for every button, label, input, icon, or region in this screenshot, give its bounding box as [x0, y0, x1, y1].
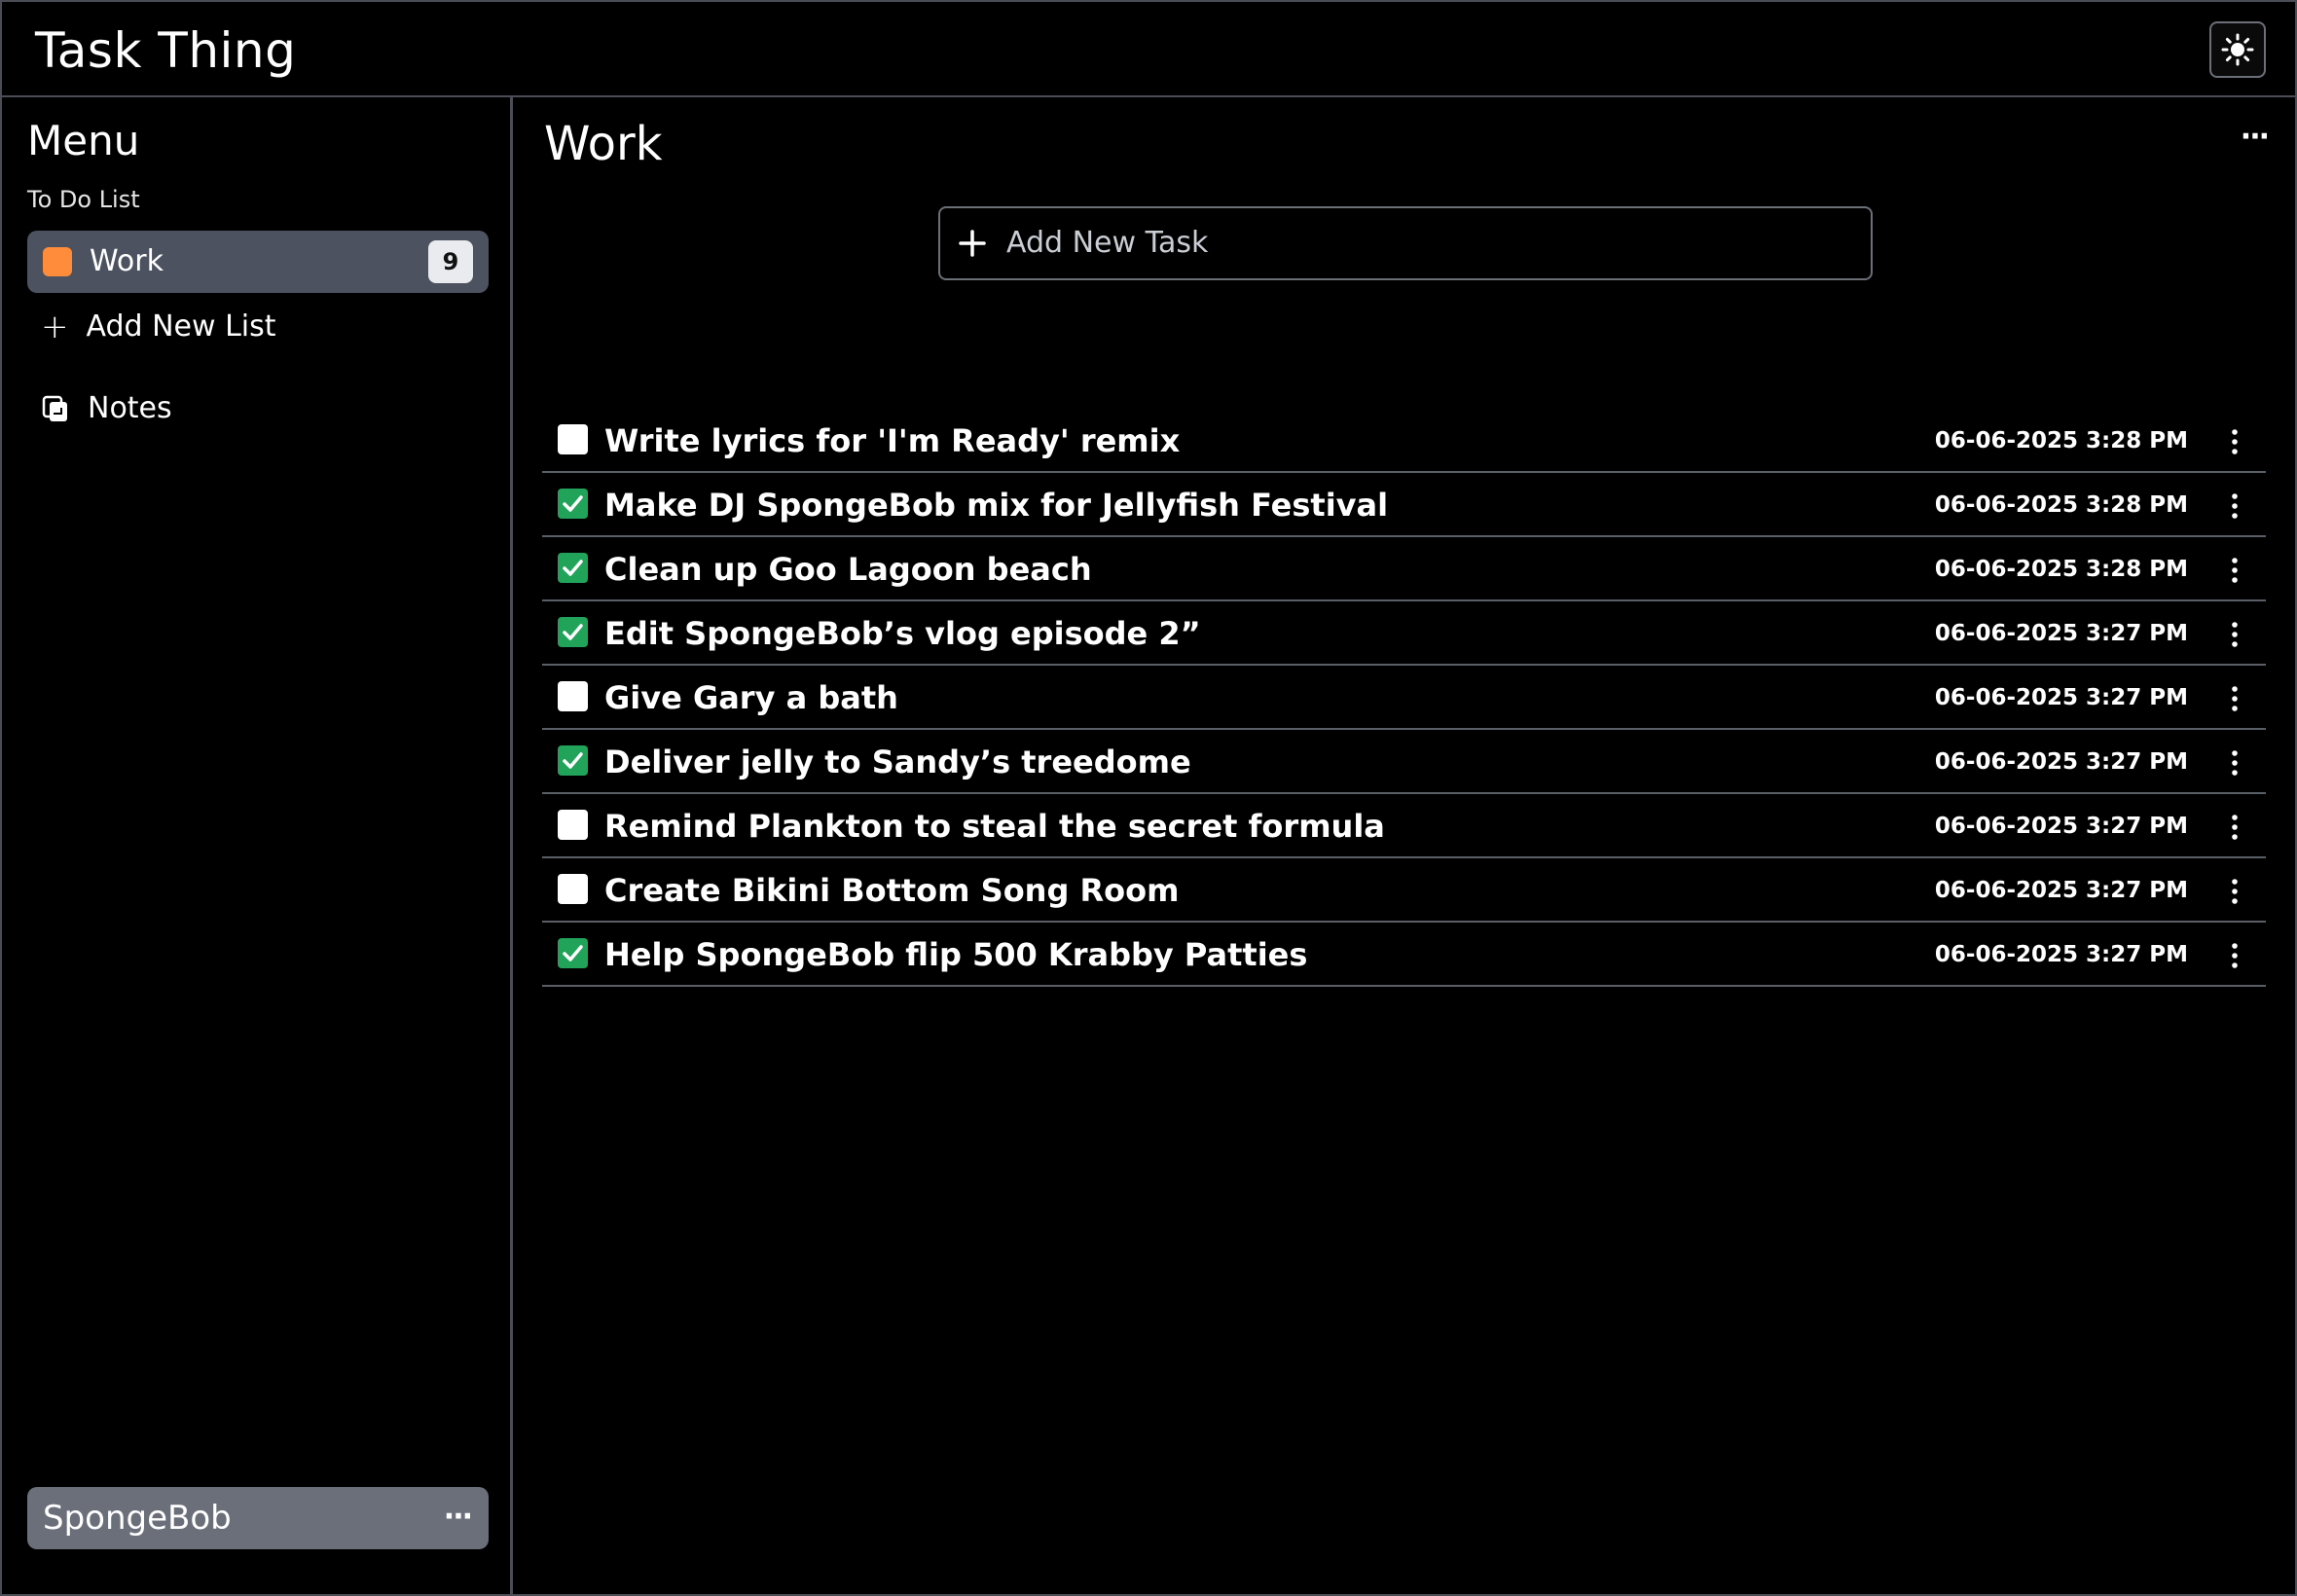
- more-vertical-icon[interactable]: [2225, 551, 2244, 590]
- main-panel: Work ··· Add New Task Write lyrics for '…: [513, 97, 2297, 1596]
- check-icon: [563, 495, 583, 512]
- plus-icon: [959, 230, 986, 257]
- task-title: Make DJ SpongeBob mix for Jellyfish Fest…: [604, 487, 1389, 524]
- task-title: Give Gary a bath: [604, 679, 898, 716]
- user-name: SpongeBob: [43, 1499, 232, 1538]
- sidebar: Menu To Do List Work 9 + Add New List No…: [0, 97, 513, 1596]
- more-vertical-icon[interactable]: [2225, 872, 2244, 911]
- more-vertical-icon[interactable]: [2225, 936, 2244, 975]
- task-title: Write lyrics for 'I'm Ready' remix: [604, 422, 1181, 459]
- task-row[interactable]: Remind Plankton to steal the secret form…: [542, 794, 2266, 858]
- task-timestamp: 06-06-2025 3:27 PM: [1934, 814, 2188, 839]
- app-title: Task Thing: [35, 22, 297, 79]
- task-title: Clean up Goo Lagoon beach: [604, 551, 1092, 588]
- sun-icon: [2221, 33, 2254, 66]
- task-checkbox[interactable]: [558, 424, 588, 454]
- top-bar: Task Thing: [0, 0, 2297, 97]
- sidebar-item-notes[interactable]: Notes: [41, 387, 172, 430]
- more-vertical-icon[interactable]: [2225, 808, 2244, 847]
- task-row[interactable]: Give Gary a bath 06-06-2025 3:27 PM: [542, 666, 2266, 730]
- task-row[interactable]: Create Bikini Bottom Song Room 06-06-2025…: [542, 858, 2266, 923]
- task-title: Deliver jelly to Sandy’s treedome: [604, 744, 1191, 780]
- task-checkbox[interactable]: [558, 810, 588, 840]
- more-vertical-icon[interactable]: [2225, 744, 2244, 782]
- sidebar-item-label: Work: [90, 244, 164, 278]
- check-icon: [563, 560, 583, 576]
- add-new-list-button[interactable]: + Add New List: [41, 306, 276, 348]
- task-checkbox[interactable]: [558, 553, 588, 583]
- task-row[interactable]: Make DJ SpongeBob mix for Jellyfish Fest…: [542, 473, 2266, 537]
- sidebar-section-label: To Do List: [27, 186, 140, 213]
- task-checkbox[interactable]: [558, 681, 588, 711]
- task-title: Help SpongeBob flip 500 Krabby Patties: [604, 936, 1308, 973]
- list-options-button[interactable]: ···: [2241, 123, 2270, 152]
- theme-toggle-button[interactable]: [2209, 21, 2266, 78]
- task-checkbox[interactable]: [558, 489, 588, 519]
- sidebar-title: Menu: [27, 117, 140, 164]
- task-timestamp: 06-06-2025 3:27 PM: [1934, 685, 2188, 710]
- task-title: Remind Plankton to steal the secret form…: [604, 808, 1385, 845]
- task-row[interactable]: Write lyrics for 'I'm Ready' remix 06-06-…: [542, 409, 2266, 473]
- add-task-placeholder: Add New Task: [1006, 226, 1209, 260]
- user-account-button[interactable]: SpongeBob ···: [27, 1487, 489, 1549]
- add-new-list-label: Add New List: [86, 309, 276, 344]
- task-checkbox[interactable]: [558, 745, 588, 776]
- task-checkbox[interactable]: [558, 938, 588, 968]
- check-icon: [563, 945, 583, 961]
- more-vertical-icon[interactable]: [2225, 679, 2244, 718]
- task-timestamp: 06-06-2025 3:27 PM: [1934, 942, 2188, 967]
- task-timestamp: 06-06-2025 3:28 PM: [1934, 492, 2188, 518]
- sidebar-item-work[interactable]: Work 9: [27, 231, 489, 293]
- task-timestamp: 06-06-2025 3:28 PM: [1934, 557, 2188, 582]
- task-timestamp: 06-06-2025 3:27 PM: [1934, 878, 2188, 903]
- task-checkbox[interactable]: [558, 617, 588, 647]
- notes-label: Notes: [88, 391, 172, 425]
- more-vertical-icon[interactable]: [2225, 487, 2244, 526]
- task-timestamp: 06-06-2025 3:27 PM: [1934, 749, 2188, 775]
- check-icon: [563, 752, 583, 769]
- list-count-badge: 9: [428, 240, 473, 283]
- plus-icon: +: [41, 308, 69, 346]
- task-title: Create Bikini Bottom Song Room: [604, 872, 1180, 909]
- task-timestamp: 06-06-2025 3:27 PM: [1934, 621, 2188, 646]
- task-row[interactable]: Help SpongeBob flip 500 Krabby Patties 06…: [542, 923, 2266, 987]
- task-checkbox[interactable]: [558, 874, 588, 904]
- task-timestamp: 06-06-2025 3:28 PM: [1934, 428, 2188, 453]
- task-list: Write lyrics for 'I'm Ready' remix 06-06-…: [542, 409, 2266, 987]
- task-row[interactable]: Clean up Goo Lagoon beach 06-06-2025 3:28…: [542, 537, 2266, 601]
- task-title: Edit SpongeBob’s vlog episode 2”: [604, 615, 1201, 652]
- more-vertical-icon[interactable]: [2225, 615, 2244, 654]
- add-new-task-input[interactable]: Add New Task: [938, 206, 1873, 280]
- app: Task Thing Menu To Do List Work 9 + Add …: [0, 0, 2297, 1596]
- check-icon: [563, 624, 583, 640]
- list-color-swatch: [43, 247, 72, 276]
- page-title: Work: [544, 117, 663, 171]
- more-horizontal-icon[interactable]: ···: [444, 1499, 473, 1536]
- task-row[interactable]: Edit SpongeBob’s vlog episode 2” 06-06-20…: [542, 601, 2266, 666]
- more-vertical-icon[interactable]: [2225, 422, 2244, 461]
- task-row[interactable]: Deliver jelly to Sandy’s treedome 06-06-2…: [542, 730, 2266, 794]
- notes-icon: [42, 395, 67, 421]
